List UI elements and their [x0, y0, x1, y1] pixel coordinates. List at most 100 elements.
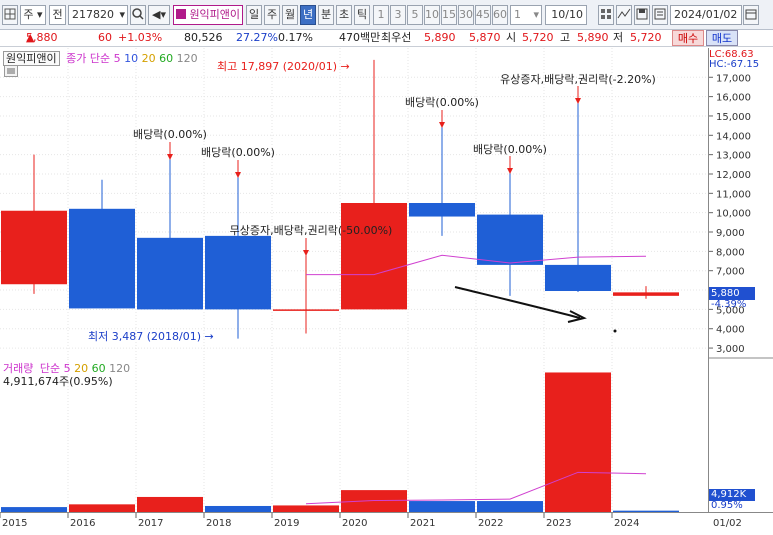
price-badge-pct: -4.39% — [711, 299, 747, 310]
volume-bar — [341, 490, 407, 512]
trade-amount: 470백만 — [339, 31, 381, 44]
stock-name-label: 원익피앤이 — [3, 51, 60, 66]
price-change-pct: +1.03% — [118, 31, 163, 44]
price-change: 60 — [98, 31, 112, 44]
x-axis-labels: 2015 2016 2017 2018 2019 2020 2021 2022 2023 2024… — [0, 513, 742, 529]
x-tick-label: 2020 — [342, 518, 367, 529]
ma-period-120: 120 — [176, 52, 198, 65]
x-tick-label: 2024 — [614, 518, 639, 529]
price-tick-label: 14,000 — [716, 131, 751, 142]
ma-period-5: 5 — [113, 52, 121, 65]
candle-body — [341, 203, 407, 310]
tab-period-minute[interactable]: 분 — [318, 5, 334, 25]
grid-view-icon[interactable] — [598, 5, 614, 25]
market-select[interactable]: 주 ▾ — [20, 5, 46, 25]
volume-chart-pane[interactable]: 거래량 단순 5 20 60 120 4,911,674주(0.95%) — [0, 359, 708, 513]
interval-45[interactable]: 45 — [475, 5, 491, 25]
y-axis-ticks: 17,000 16,000 15,000 14,000 13,000 12,000 11,0… — [709, 73, 773, 359]
candle-body — [1, 210, 67, 285]
high-price-marker: 최고 17,897 (2020/01) → — [217, 60, 350, 73]
event-annotation: 무상증자,배당락,권리락(-50.00%) — [230, 224, 393, 237]
best-ask-label: 최우선 — [381, 31, 412, 44]
volume-value: 80,526 — [184, 31, 223, 44]
candle-body — [69, 208, 135, 309]
low-price: 5,720 — [630, 31, 662, 44]
candle-body — [409, 203, 475, 217]
volume-badge-pct: 0.95% — [711, 500, 743, 511]
tab-period-month[interactable]: 월 — [282, 5, 298, 25]
price-legend: 원익피앤이 종가 단순 5 10 20 60 120 — [3, 50, 198, 66]
interval-5[interactable]: 5 — [407, 5, 423, 25]
layout-grid-icon[interactable] — [2, 5, 18, 25]
event-arrow-head — [439, 122, 445, 128]
candle-body — [273, 309, 339, 311]
save-icon[interactable] — [634, 5, 650, 25]
tab-period-tick[interactable]: 틱 — [354, 5, 370, 25]
calendar-icon[interactable] — [743, 5, 759, 25]
event-arrow-head — [303, 250, 309, 256]
speaker-icon[interactable]: ◀▾ — [148, 5, 170, 25]
interval-30[interactable]: 30 — [458, 5, 474, 25]
interval-3[interactable]: 3 — [390, 5, 406, 25]
price-tick-label: 8,000 — [716, 247, 745, 258]
drawn-trend-arrow — [454, 286, 587, 323]
interval-15[interactable]: 15 — [441, 5, 457, 25]
x-tick-label: 2015 — [2, 518, 27, 529]
price-chart-pane[interactable]: 배당락(0.00%) 배당락(0.00%) 무상증자,배당락,권리락(-50.00%… — [0, 48, 708, 358]
event-annotation: 배당락(0.00%) — [473, 143, 547, 156]
event-annotation: 배당락(0.00%) — [405, 96, 479, 109]
sell-button[interactable]: 매도 — [706, 30, 738, 46]
stock-name-field[interactable]: 원익피앤이 — [173, 5, 243, 25]
x-tick-label: 2018 — [206, 518, 231, 529]
price-tick-label: 16,000 — [716, 93, 751, 104]
high-price: 5,890 — [577, 31, 609, 44]
tab-period-day[interactable]: 일 — [246, 5, 262, 25]
volume-bar — [545, 372, 611, 512]
candle-body — [137, 237, 203, 310]
quote-info-bar: 5,880 ▲ 60 +1.03% 80,526 27.27% 0.17% 47… — [0, 30, 773, 47]
candle-body — [613, 292, 679, 296]
search-icon[interactable] — [130, 5, 146, 25]
candle-body — [477, 214, 543, 265]
interval-1[interactable]: 1 — [373, 5, 389, 25]
best-ask: 5,890 — [424, 31, 456, 44]
x-tick-label: 2021 — [410, 518, 435, 529]
price-tick-label: 4,000 — [716, 325, 745, 336]
event-arrow-head — [167, 154, 173, 160]
chart-type-icon[interactable] — [616, 5, 632, 25]
toolbar: 주 ▾ 전 217820 ▾ ◀▾ 원익피앤이 일 주 월 년 분 초 틱 1 3… — [0, 0, 773, 30]
drawn-dot — [613, 329, 617, 333]
event-arrow-head — [575, 98, 581, 104]
y-axis: 17,000 16,000 15,000 14,000 13,000 12,000 11,0… — [708, 48, 773, 512]
buy-button[interactable]: 매수 — [672, 30, 704, 46]
candle-body — [205, 235, 271, 310]
interval-60[interactable]: 60 — [492, 5, 508, 25]
tab-period-week[interactable]: 주 — [264, 5, 280, 25]
volume-bar — [273, 505, 339, 512]
price-tick-label: 12,000 — [716, 170, 751, 181]
pane-menu-icon[interactable] — [4, 65, 18, 77]
ma-period-20: 20 — [141, 52, 156, 65]
low-label: 저 — [613, 31, 624, 44]
code-prefix[interactable]: 전 — [49, 5, 66, 25]
count-select[interactable]: 1 ▾ — [510, 5, 542, 25]
open-price: 5,720 — [522, 31, 554, 44]
interval-10[interactable]: 10 — [424, 5, 440, 25]
price-tick-label: 13,000 — [716, 151, 751, 162]
price-tick-label: 15,000 — [716, 112, 751, 123]
date-input[interactable]: 2024/01/02 — [670, 5, 742, 25]
tab-period-year[interactable]: 년 — [300, 5, 316, 25]
price-tick-label: 11,000 — [716, 189, 751, 200]
stock-code-input[interactable]: 217820 ▾ — [68, 5, 128, 25]
price-chart: 배당락(0.00%) 배당락(0.00%) 무상증자,배당락,권리락(-50.00%… — [0, 48, 708, 358]
volume-bar — [69, 504, 135, 512]
price-tick-label: 7,000 — [716, 267, 745, 278]
page-indicator: 10/10 — [545, 5, 587, 25]
candle-body — [545, 264, 611, 292]
settings-icon[interactable] — [652, 5, 668, 25]
ma-label: 종가 단순 — [66, 52, 111, 65]
event-arrow-head — [235, 172, 241, 178]
x-axis-end-label: 01/02 — [713, 518, 742, 529]
price-tick-label: 9,000 — [716, 228, 745, 239]
tab-period-second[interactable]: 초 — [336, 5, 352, 25]
